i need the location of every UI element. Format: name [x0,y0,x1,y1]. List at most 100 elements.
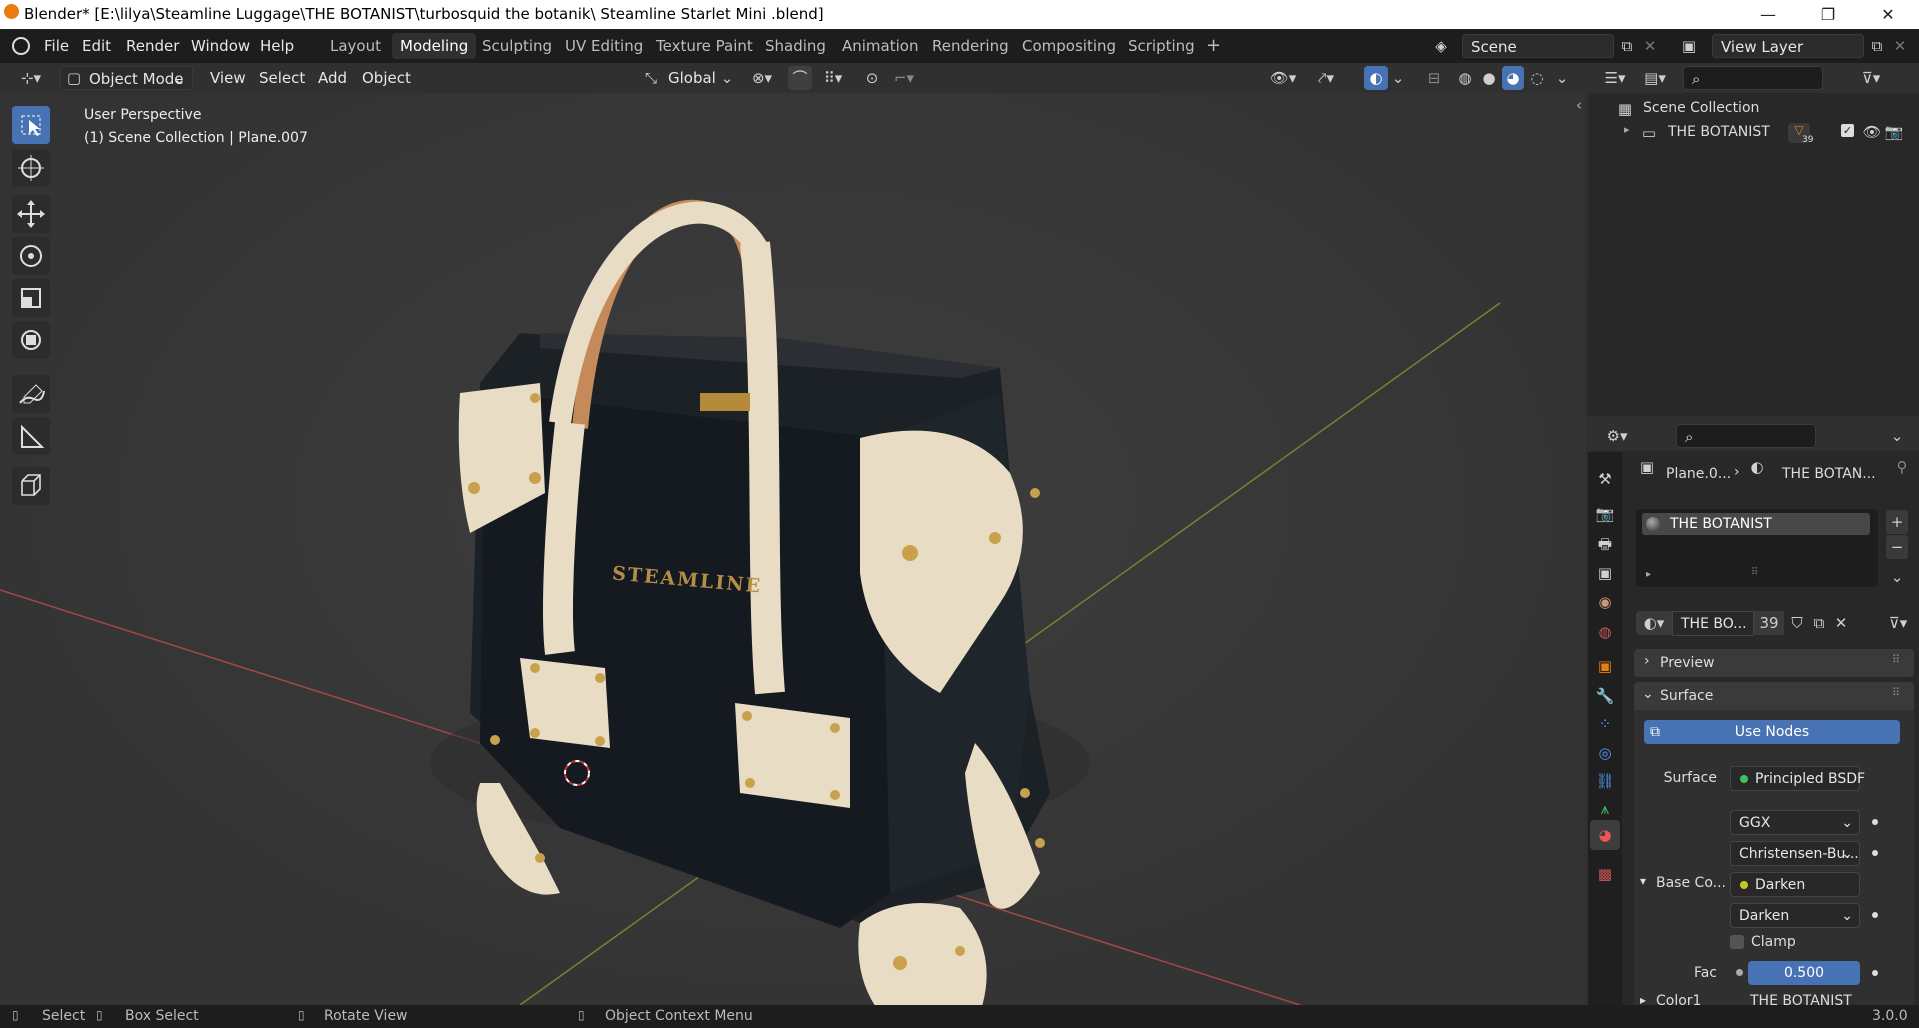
sidebar-toggle-icon[interactable]: ‹ [1572,93,1585,117]
tab-shading[interactable]: Shading [757,33,834,59]
material-preview-shading-icon[interactable]: ◕ [1502,66,1524,90]
tool-cursor[interactable] [12,149,50,187]
add-workspace-button[interactable]: + [1198,33,1229,59]
material-users-count[interactable]: 39 [1754,611,1784,635]
surface-shader-field[interactable]: Principled BSDF [1730,766,1865,791]
scene-tab-icon[interactable]: ◉ [1593,590,1617,614]
slot-specials-icon[interactable]: ⌄ [1886,565,1908,589]
properties-search-input[interactable]: ⌕ [1676,424,1816,448]
unlink-material-icon[interactable]: ✕ [1830,611,1852,635]
render-tab-icon[interactable]: 📷 [1593,502,1617,526]
menu-edit[interactable]: Edit [82,29,111,63]
new-view-layer-icon[interactable]: ⧉ [1866,34,1888,58]
snap-target-icon[interactable]: ⠿▾ [814,66,852,90]
drag-handle-icon[interactable]: ⠿ [1892,653,1900,666]
tool-rotate[interactable] [12,237,50,275]
snap-toggle-icon[interactable]: ⌒ [788,66,812,90]
display-mode-icon[interactable]: ▤▾ [1638,66,1672,90]
tab-animation[interactable]: Animation [834,33,926,59]
pin-icon[interactable]: ⚲ [1892,455,1912,479]
visibility-eye-icon[interactable]: 👁 [1862,120,1882,144]
delete-view-layer-icon[interactable]: ✕ [1890,34,1910,58]
visibility-eye-icon[interactable]: 👁▾ [1266,66,1300,90]
keyframe-dot-icon[interactable] [1872,970,1878,976]
constraints-tab-icon[interactable]: ⛓ [1593,769,1617,793]
proportional-edit-icon[interactable]: ⊙ [860,66,884,90]
tab-texture-paint[interactable]: Texture Paint [648,33,761,59]
tool-transform[interactable] [12,321,50,359]
chevron-down-icon[interactable]: ⌄ [1554,66,1570,90]
view-layer-field[interactable]: View Layer [1712,34,1864,58]
keyframe-dot-icon[interactable] [1872,819,1878,825]
subsurface-method-dropdown[interactable]: Christensen-Bu... ⌄ [1730,841,1860,866]
tool-move[interactable] [12,195,50,233]
tab-modeling[interactable]: Modeling [392,33,477,59]
tab-rendering[interactable]: Rendering [924,33,1017,59]
material-filter-icon[interactable]: ⊽▾ [1882,611,1914,635]
outliner-row-the-botanist[interactable]: ▸ ▭ THE BOTANIST ▽ 39 ✓ 👁 📷 [1588,121,1919,145]
expand-arrow-icon[interactable]: ▾ [1640,874,1646,888]
new-scene-icon[interactable]: ⧉ [1616,34,1638,58]
resize-grip-icon[interactable]: ⠿ [1751,567,1758,578]
material-tab-active[interactable]: ◕ [1590,820,1620,850]
material-slot-list[interactable]: THE BOTANIST ▸ ⠿ [1636,509,1878,587]
3d-viewport[interactable]: STEAMLINE User Perspective (1) Scene Col… [0,93,1585,1005]
wireframe-shading-icon[interactable]: ◍ [1454,66,1476,90]
tab-compositing[interactable]: Compositing [1014,33,1124,59]
view-layer-tab-icon[interactable]: ▣ [1593,561,1617,585]
physics-tab-icon[interactable]: ◎ [1593,741,1617,765]
remove-slot-button[interactable]: − [1886,535,1908,559]
scene-collection-label[interactable]: Scene Collection [1643,100,1759,116]
expand-arrow-icon[interactable]: ▸ [1624,123,1630,136]
proportional-falloff-icon[interactable]: ⌐▾ [886,66,922,90]
tab-sculpting[interactable]: Sculpting [474,33,560,59]
world-tab-icon[interactable]: ◍ [1593,620,1617,644]
tab-scripting[interactable]: Scripting [1120,33,1203,59]
pivot-point-icon[interactable]: ⊗▾ [742,66,782,90]
solid-shading-icon[interactable]: ● [1478,66,1500,90]
menu-file[interactable]: File [44,29,69,63]
browse-material-icon[interactable]: ◐▾ [1636,611,1672,635]
viewport-menu-object[interactable]: Object [362,63,411,93]
tool-measure[interactable] [12,417,50,455]
tool-add-cube[interactable] [12,467,50,505]
scene-selector-icon[interactable]: ◈ [1426,34,1456,58]
exclude-checkbox[interactable]: ✓ [1841,124,1854,137]
viewport-menu-view[interactable]: View [210,63,246,93]
tab-layout[interactable]: Layout [322,33,389,59]
menu-window[interactable]: Window [191,29,250,63]
output-tab-icon[interactable]: 🖶 [1593,532,1617,556]
chevron-down-icon[interactable]: ⌄ [1886,424,1908,448]
outliner-search-input[interactable]: ⌕ [1683,66,1823,90]
transform-orientation-dropdown[interactable]: Global [668,63,716,93]
tool-select-box[interactable] [12,106,50,144]
data-tab-icon[interactable]: ⩚ [1593,797,1617,821]
tool-annotate[interactable] [12,375,50,413]
duplicate-material-icon[interactable]: ⧉ [1808,611,1830,635]
preview-panel-header[interactable]: › Preview ⠿ [1634,649,1914,677]
tool-settings-tab-icon[interactable]: ⚒ [1593,467,1617,491]
drag-handle-icon[interactable]: ⠿ [1892,686,1900,699]
scene-name-field[interactable]: Scene [1462,34,1614,58]
close-window-button[interactable]: ✕ [1865,2,1911,28]
viewport-menu-add[interactable]: Add [318,63,347,93]
tool-scale[interactable] [12,279,50,317]
keyframe-dot-icon[interactable] [1872,850,1878,856]
viewport-menu-select[interactable]: Select [259,63,305,93]
restore-button[interactable]: ❐ [1805,2,1851,28]
base-color-node-field[interactable]: Darken [1730,872,1860,897]
menu-help[interactable]: Help [260,29,294,63]
clamp-checkbox[interactable] [1730,935,1744,949]
tab-uv-editing[interactable]: UV Editing [557,33,651,59]
list-expand-arrow-icon[interactable]: ▸ [1646,569,1651,580]
keyframe-dot-icon[interactable] [1872,912,1878,918]
use-nodes-button[interactable]: ⧉ Use Nodes [1644,720,1900,744]
surface-panel-header[interactable]: ⌄ Surface ⠿ [1634,682,1914,710]
menu-render[interactable]: Render [126,29,179,63]
blend-mode-dropdown[interactable]: Darken ⌄ [1730,903,1860,928]
blender-menu-icon[interactable] [12,37,30,55]
render-camera-icon[interactable]: 📷 [1884,120,1904,144]
properties-editor-type-icon[interactable]: ⚙▾ [1600,424,1634,448]
fake-user-shield-icon[interactable]: ⛉ [1786,611,1808,635]
object-tab-icon[interactable]: ▣ [1593,654,1617,678]
